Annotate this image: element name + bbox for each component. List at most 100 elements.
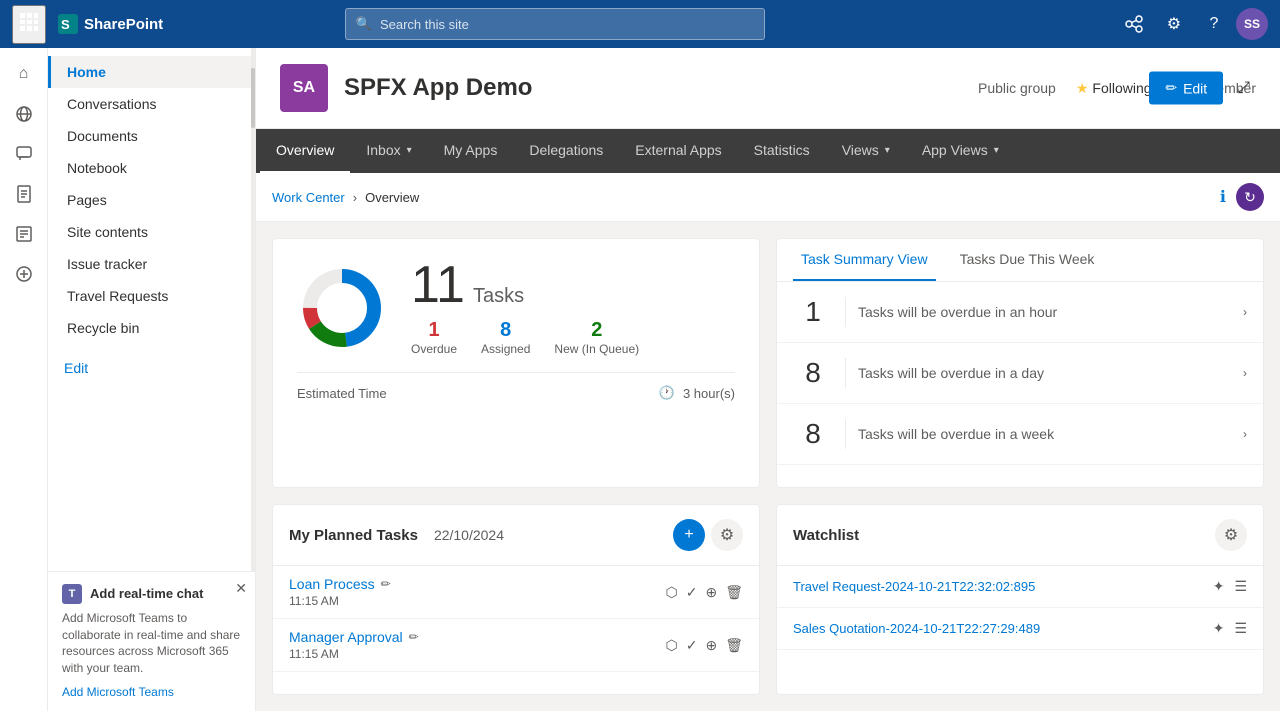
watchlist-share-icon-1[interactable]: ✦	[1213, 620, 1225, 637]
teams-banner: ✕ T Add real-time chat Add Microsoft Tea…	[48, 571, 255, 711]
sidebar-item-conversations[interactable]: Conversations	[48, 88, 255, 120]
tab-tasks-due-week[interactable]: Tasks Due This Week	[952, 239, 1103, 281]
watchlist-link-0[interactable]: Travel Request-2024-10-21T22:32:02:895	[793, 579, 1205, 594]
estimated-time-value: 🕐 3 hour(s)	[659, 385, 735, 401]
check-icon-1[interactable]: ✓	[686, 637, 698, 654]
public-group-label: Public group	[978, 80, 1056, 96]
tab-task-summary-view[interactable]: Task Summary View	[793, 239, 936, 281]
task-detail-chevron-2: ›	[1243, 427, 1247, 441]
breadcrumb-parent[interactable]: Work Center	[272, 190, 345, 205]
breadcrumb-separator: ›	[353, 190, 357, 205]
tab-delegations[interactable]: Delegations	[513, 129, 619, 173]
search-bar[interactable]: 🔍 Search this site	[345, 8, 765, 40]
task-detail-row-1[interactable]: 8 Tasks will be overdue in a day ›	[777, 343, 1263, 404]
planned-tasks-actions: + ⚙	[673, 519, 743, 551]
sharepoint-logo[interactable]: S SharePoint	[58, 14, 163, 34]
tab-overview[interactable]: Overview	[260, 129, 350, 173]
tab-external-apps[interactable]: External Apps	[619, 129, 737, 173]
task-detail-num-2: 8	[793, 418, 833, 450]
waffle-menu-button[interactable]	[12, 5, 46, 44]
planned-tasks-date: 22/10/2024	[434, 527, 504, 543]
breadcrumb-current: Overview	[365, 190, 419, 205]
task-link-0[interactable]: Loan Process ✏	[289, 576, 658, 592]
teams-banner-close-button[interactable]: ✕	[235, 580, 247, 597]
sidebar-item-travel-requests[interactable]: Travel Requests	[48, 280, 255, 312]
top-navigation: S SharePoint 🔍 Search this site ⚙ ? SS	[0, 0, 1280, 48]
share-icon-1[interactable]: ⬡	[666, 637, 678, 654]
task-detail-row-2[interactable]: 8 Tasks will be overdue in a week ›	[777, 404, 1263, 465]
nav-notes-icon[interactable]	[6, 216, 42, 252]
refresh-button[interactable]: ↻	[1236, 183, 1264, 211]
task-link-1[interactable]: Manager Approval ✏	[289, 629, 658, 645]
following-button[interactable]: ★ Following	[1076, 80, 1152, 97]
forward-icon-0[interactable]: ⊕	[705, 584, 717, 601]
watchlist-link-1[interactable]: Sales Quotation-2024-10-21T22:27:29:489	[793, 621, 1205, 636]
sidebar-edit-link[interactable]: Edit	[48, 352, 255, 384]
app-views-chevron-icon: ▾	[994, 145, 999, 156]
expand-button[interactable]: ⤢	[1231, 73, 1256, 103]
queue-label: New (In Queue)	[554, 342, 639, 356]
watchlist-menu-icon-1[interactable]: ☰	[1234, 620, 1247, 637]
tab-inbox[interactable]: Inbox ▾	[350, 129, 427, 173]
settings-icon-button[interactable]: ⚙	[1156, 6, 1192, 42]
nav-home-icon[interactable]: ⌂	[6, 56, 42, 92]
sidebar: Home Conversations Documents Notebook Pa…	[48, 48, 256, 711]
estimated-time-label: Estimated Time	[297, 386, 387, 401]
connect-icon-button[interactable]	[1116, 6, 1152, 42]
user-avatar[interactable]: SS	[1236, 8, 1268, 40]
edit-pencil-icon-0[interactable]: ✏	[381, 577, 391, 591]
task-detail-text-2: Tasks will be overdue in a week	[858, 426, 1231, 442]
sidebar-item-notebook[interactable]: Notebook	[48, 152, 255, 184]
help-icon-button[interactable]: ?	[1196, 6, 1232, 42]
sidebar-item-issue-tracker[interactable]: Issue tracker	[48, 248, 255, 280]
edit-label: Edit	[1183, 80, 1207, 96]
site-header: SA SPFX App Demo Public group ★ Followin…	[256, 48, 1280, 129]
forward-icon-1[interactable]: ⊕	[705, 637, 717, 654]
search-icon: 🔍	[356, 16, 372, 32]
tab-my-apps[interactable]: My Apps	[428, 129, 514, 173]
edit-pencil-icon-1[interactable]: ✏	[409, 630, 419, 644]
delete-icon-1[interactable]: 🗑	[725, 637, 743, 654]
sidebar-item-home[interactable]: Home	[48, 56, 255, 88]
edit-button[interactable]: ✏ Edit	[1149, 72, 1223, 105]
share-icon-0[interactable]: ⬡	[666, 584, 678, 601]
task-summary-card: 11 Tasks 1 Overdue 8 Assigned	[272, 238, 760, 488]
task-detail-num-1: 8	[793, 357, 833, 389]
assigned-label: Assigned	[481, 342, 530, 356]
planned-tasks-settings-button[interactable]: ⚙	[711, 519, 743, 551]
watchlist-menu-icon-0[interactable]: ☰	[1234, 578, 1247, 595]
main-layout: ⌂	[0, 48, 1280, 711]
info-icon[interactable]: ℹ	[1220, 187, 1226, 207]
sidebar-item-site-contents[interactable]: Site contents	[48, 216, 255, 248]
nav-globe-icon[interactable]	[6, 96, 42, 132]
site-title: SPFX App Demo	[344, 74, 532, 102]
sidebar-item-recycle-bin[interactable]: Recycle bin	[48, 312, 255, 344]
divider	[845, 419, 846, 449]
add-microsoft-teams-link[interactable]: Add Microsoft Teams	[62, 685, 241, 699]
svg-text:S: S	[61, 17, 70, 32]
tab-statistics[interactable]: Statistics	[738, 129, 826, 173]
search-placeholder: Search this site	[380, 17, 469, 32]
watchlist-share-icon-0[interactable]: ✦	[1213, 578, 1225, 595]
watchlist-settings-button[interactable]: ⚙	[1215, 519, 1247, 551]
task-detail-row-0[interactable]: 1 Tasks will be overdue in an hour ›	[777, 282, 1263, 343]
sidebar-item-documents[interactable]: Documents	[48, 120, 255, 152]
nav-doc-icon[interactable]	[6, 176, 42, 212]
nav-add-icon[interactable]	[6, 256, 42, 292]
task-row-1: Manager Approval ✏ 11:15 AM ⬡ ✓ ⊕ 🗑	[273, 619, 759, 672]
queue-number: 2	[554, 319, 639, 342]
views-chevron-icon: ▾	[885, 145, 890, 156]
nav-chat-icon[interactable]	[6, 136, 42, 172]
check-icon-0[interactable]: ✓	[686, 584, 698, 601]
delete-icon-0[interactable]: 🗑	[725, 584, 743, 601]
tab-views[interactable]: Views ▾	[826, 129, 906, 173]
tab-app-views[interactable]: App Views ▾	[906, 129, 1015, 173]
watchlist-actions-1: ✦ ☰	[1213, 620, 1247, 637]
add-task-button[interactable]: +	[673, 519, 705, 551]
task-detail-tabs: Task Summary View Tasks Due This Week	[777, 239, 1263, 282]
teams-banner-description: Add Microsoft Teams to collaborate in re…	[62, 610, 241, 677]
sidebar-item-pages[interactable]: Pages	[48, 184, 255, 216]
task-time-0: 11:15 AM	[289, 594, 658, 608]
task-detail-card: Task Summary View Tasks Due This Week 1 …	[776, 238, 1264, 488]
estimated-time-row: Estimated Time 🕐 3 hour(s)	[297, 372, 735, 401]
